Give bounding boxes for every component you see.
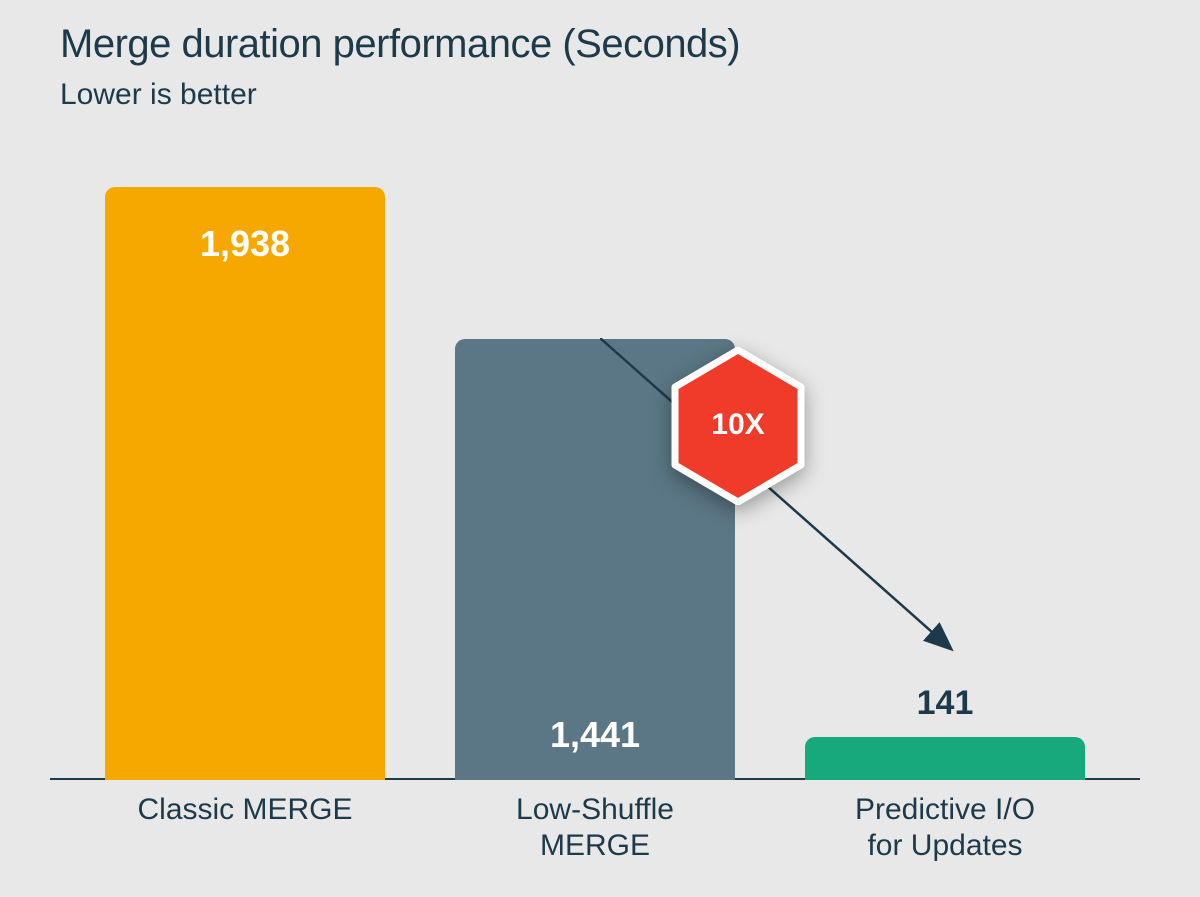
merge-duration-chart: Merge duration performance (Seconds) Low… bbox=[0, 0, 1200, 897]
bar-value-low-shuffle-merge: 1,441 bbox=[455, 714, 735, 756]
chart-subtitle: Lower is better bbox=[60, 78, 257, 112]
bar-classic-merge: 1,938 bbox=[105, 187, 385, 780]
chart-title: Merge duration performance (Seconds) bbox=[60, 22, 740, 67]
x-label-predictive-line2: for Updates bbox=[867, 829, 1022, 862]
x-label-predictive-line1: Predictive I/O bbox=[855, 793, 1035, 826]
x-label-low-shuffle-line1: Low-Shuffle bbox=[516, 793, 674, 826]
x-label-low-shuffle-line2: MERGE bbox=[540, 829, 650, 862]
bar-predictive-io: 141 bbox=[805, 737, 1085, 780]
x-label-low-shuffle-merge: Low-Shuffle MERGE bbox=[455, 792, 735, 864]
x-label-predictive-io: Predictive I/O for Updates bbox=[805, 792, 1085, 864]
x-label-classic-merge: Classic MERGE bbox=[105, 792, 385, 828]
bar-value-classic-merge: 1,938 bbox=[105, 223, 385, 265]
speedup-badge bbox=[668, 347, 808, 505]
plot-area: 1,938 1,441 141 10X bbox=[50, 170, 1140, 780]
bar-value-predictive-io: 141 bbox=[805, 684, 1085, 723]
